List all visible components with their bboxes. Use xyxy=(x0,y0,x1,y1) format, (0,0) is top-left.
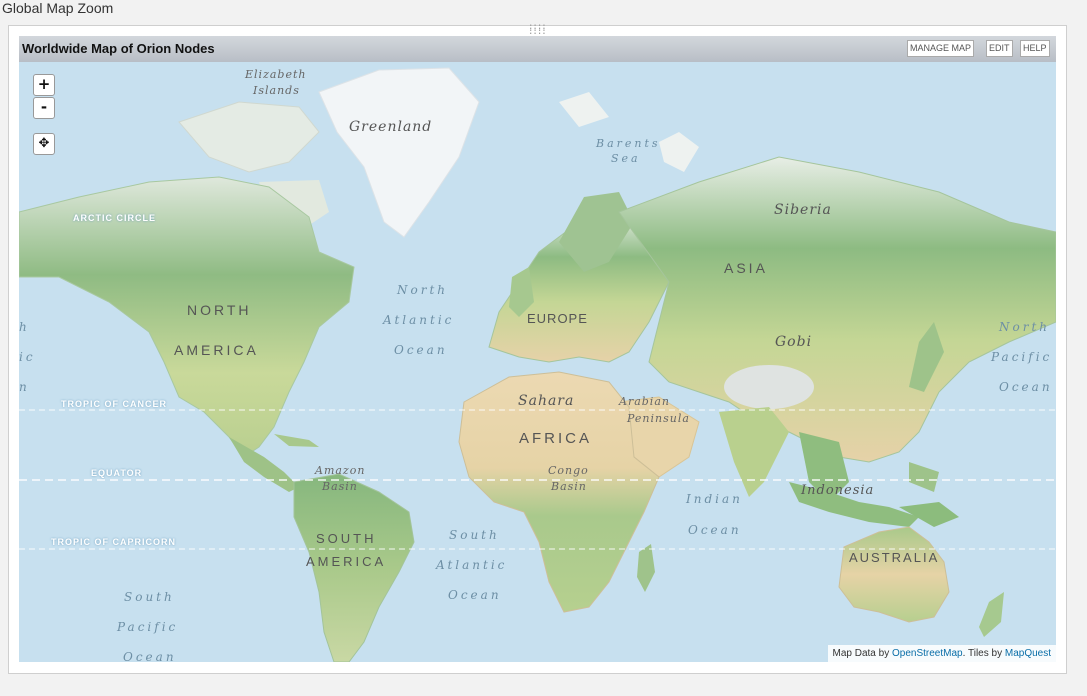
label-australia: AUSTRALIA xyxy=(849,550,940,565)
label-islands: Islands xyxy=(253,84,300,97)
openstreetmap-link[interactable]: OpenStreetMap xyxy=(892,648,963,659)
label-south-atlantic-2: Atlantic xyxy=(436,558,508,572)
label-sahara: Sahara xyxy=(518,393,575,409)
label-america-north: AMERICA xyxy=(174,342,259,358)
attribution-prefix: Map Data by xyxy=(832,648,890,659)
widget-title: Worldwide Map of Orion Nodes xyxy=(22,41,215,56)
label-indian: Indian xyxy=(686,492,743,506)
drag-handle[interactable]: :::::::: xyxy=(528,23,547,37)
label-north-pacific-2: Pacific xyxy=(991,350,1053,364)
label-south-pacific-1: South xyxy=(124,590,175,604)
label-west-edge-1: h xyxy=(19,320,30,334)
label-south-pacific-3: Ocean xyxy=(123,650,177,662)
label-west-edge-2: ic xyxy=(19,350,36,364)
label-peninsula: Peninsula xyxy=(627,412,690,425)
label-north-pacific-3: Ocean xyxy=(999,380,1053,394)
map-attribution: Map Data by OpenStreetMap. Tiles by MapQ… xyxy=(827,645,1056,662)
label-south-atlantic-1: South xyxy=(449,528,500,542)
label-north-atlantic-1: North xyxy=(397,283,449,297)
label-tropic-of-capricorn: TROPIC OF CAPRICORN xyxy=(51,537,177,547)
label-arctic-circle: ARCTIC CIRCLE xyxy=(73,213,156,223)
label-tropic-of-cancer: TROPIC OF CANCER xyxy=(61,399,167,409)
map-widget: :::::::: Worldwide Map of Orion Nodes MA… xyxy=(8,23,1067,674)
mapquest-link[interactable]: MapQuest xyxy=(1005,648,1051,659)
label-arabian: Arabian xyxy=(619,395,670,408)
label-amazon: Amazon xyxy=(315,464,366,477)
label-north-atlantic-3: Ocean xyxy=(394,343,448,357)
label-europe: EUROPE xyxy=(527,311,588,326)
label-greenland: Greenland xyxy=(349,119,433,135)
page-title: Global Map Zoom xyxy=(2,0,114,16)
label-north-atlantic-2: Atlantic xyxy=(383,313,455,327)
attribution-middle: . Tiles by xyxy=(962,648,1003,659)
zoom-in-button[interactable]: + xyxy=(33,74,55,96)
label-north-pacific-1: North xyxy=(999,320,1051,334)
label-africa: AFRICA xyxy=(519,430,593,447)
pan-icon[interactable]: ✥ xyxy=(33,133,55,155)
label-asia: ASIA xyxy=(724,260,768,276)
edit-button[interactable]: EDIT xyxy=(986,40,1013,57)
label-sea: Sea xyxy=(611,152,641,165)
world-map[interactable]: Elizabeth Islands Greenland Barents Sea … xyxy=(19,62,1056,662)
label-amazon-basin: Basin xyxy=(322,480,358,493)
label-barents: Barents xyxy=(596,137,661,150)
label-south-pacific-2: Pacific xyxy=(117,620,179,634)
label-elizabeth: Elizabeth xyxy=(245,68,307,81)
map-land-layer xyxy=(19,67,1056,662)
label-congo: Congo xyxy=(548,464,589,477)
label-north: NORTH xyxy=(187,302,252,318)
label-indian-ocean: Ocean xyxy=(688,523,742,537)
widget-header: Worldwide Map of Orion Nodes MANAGE MAP … xyxy=(19,36,1056,62)
label-america-south: AMERICA xyxy=(306,554,387,569)
label-indonesia: Indonesia xyxy=(801,483,875,498)
australia-shape xyxy=(838,526,950,623)
manage-map-button[interactable]: MANAGE MAP xyxy=(907,40,975,57)
help-button[interactable]: HELP xyxy=(1020,40,1050,57)
india-shape xyxy=(719,407,789,497)
label-south-atlantic-3: Ocean xyxy=(448,588,502,602)
arctic-islands-shape xyxy=(178,101,320,173)
label-south: SOUTH xyxy=(316,531,377,546)
label-siberia: Siberia xyxy=(774,202,832,218)
zoom-out-button[interactable]: - xyxy=(33,97,55,119)
label-congo-basin: Basin xyxy=(551,480,587,493)
label-gobi: Gobi xyxy=(775,334,813,350)
label-equator: EQUATOR xyxy=(91,468,143,478)
label-west-edge-3: n xyxy=(19,380,30,394)
greenland-shape xyxy=(318,67,480,238)
